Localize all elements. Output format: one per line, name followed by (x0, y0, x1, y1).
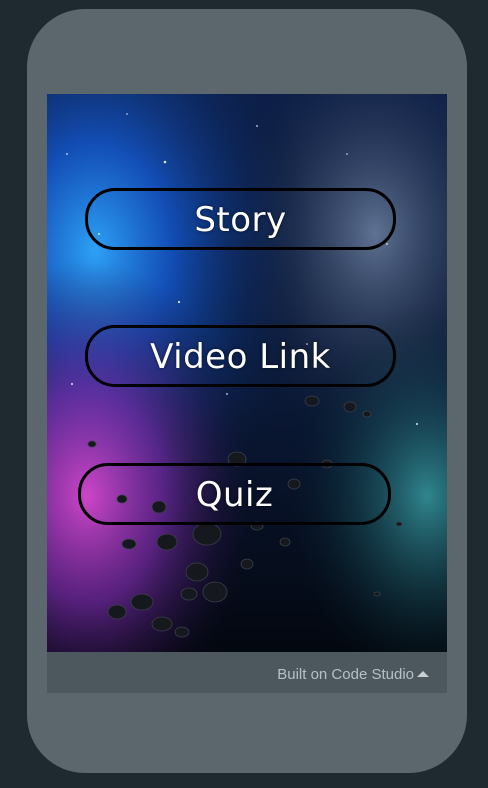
app-screen: Story Video Link Quiz (47, 94, 447, 652)
story-button[interactable]: Story (85, 188, 396, 250)
footer-bar: Built on Code Studio (47, 652, 447, 693)
built-on-code-studio-link[interactable]: Built on Code Studio (277, 666, 414, 683)
video-link-button[interactable]: Video Link (85, 325, 396, 387)
caret-up-icon[interactable] (417, 671, 429, 677)
quiz-button[interactable]: Quiz (78, 463, 391, 525)
